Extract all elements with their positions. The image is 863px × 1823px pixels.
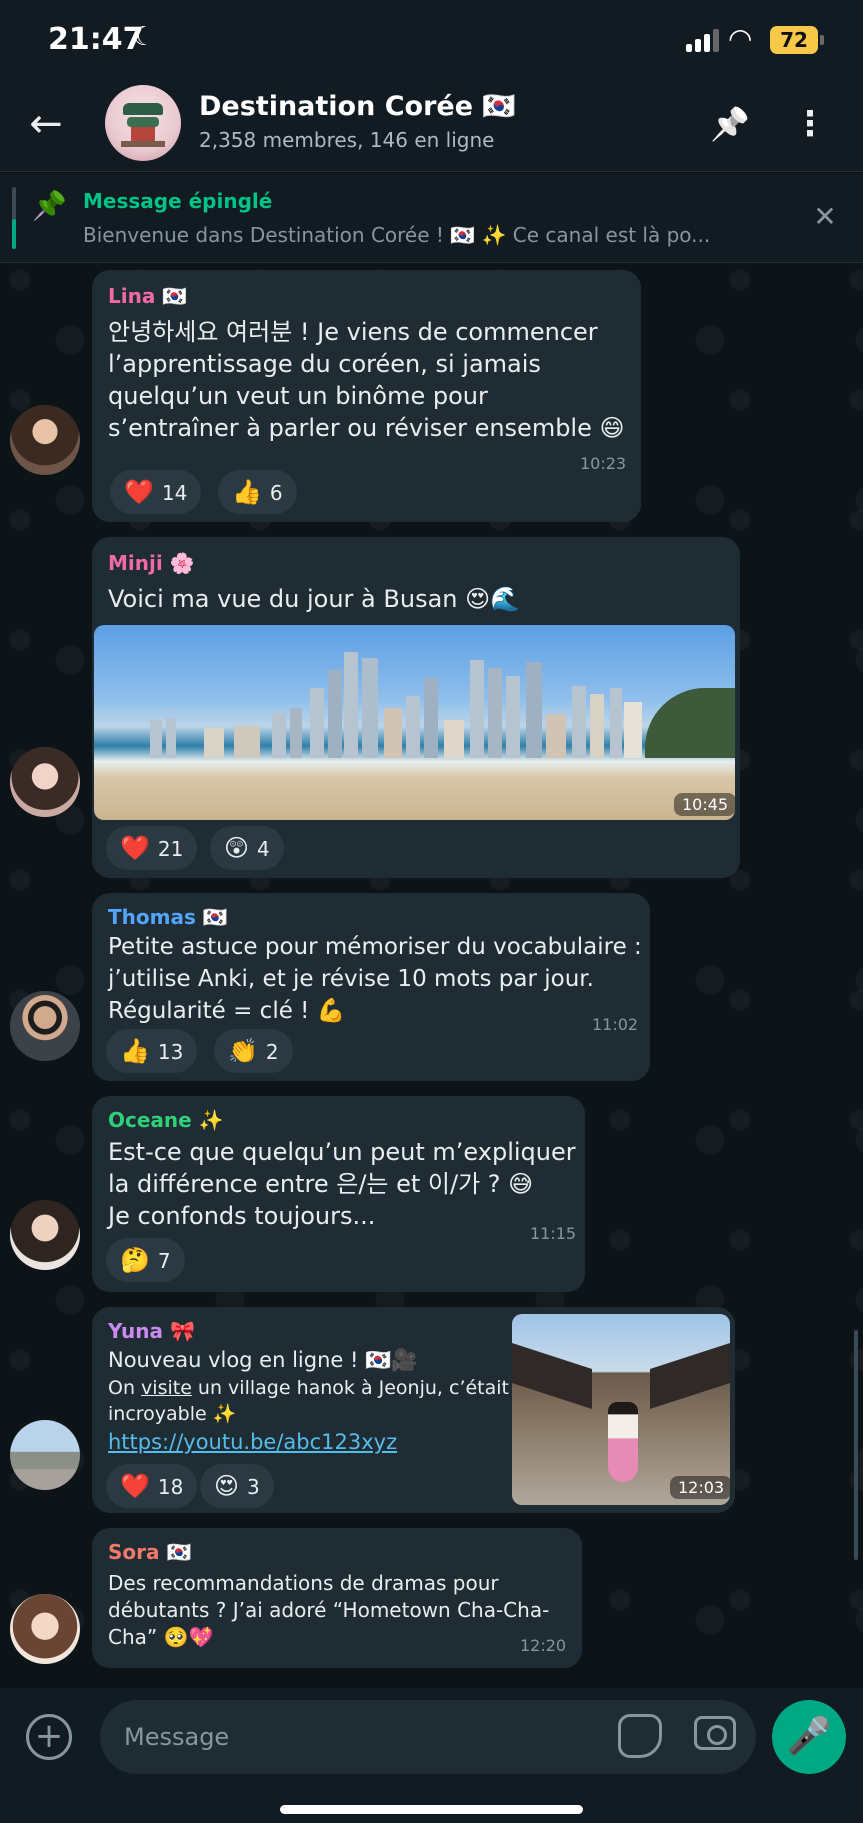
- avatar-thomas[interactable]: [10, 991, 80, 1061]
- reaction-heart[interactable]: ❤️ 18: [106, 1464, 198, 1508]
- group-avatar[interactable]: [105, 85, 181, 161]
- sticker-icon[interactable]: [618, 1714, 662, 1758]
- wifi-icon: ◠: [728, 22, 753, 55]
- message-time: 12:20: [520, 1636, 567, 1655]
- video-link[interactable]: https://youtu.be/abc123xyz: [108, 1429, 508, 1456]
- avatar-sora[interactable]: [10, 1594, 80, 1664]
- avatar-oceane[interactable]: [10, 1200, 80, 1270]
- moon-icon: ☾: [132, 22, 156, 52]
- message-text-line2: On visite un village hanok à Jeonju, c’é…: [108, 1377, 509, 1399]
- sender-name[interactable]: Yuna 🎀: [108, 1319, 195, 1343]
- reaction-astonished[interactable]: 😲 4: [210, 826, 284, 870]
- pinned-indicator: [12, 187, 16, 249]
- message-time: 11:15: [530, 1224, 577, 1243]
- add-attachment-icon[interactable]: +: [26, 1714, 72, 1760]
- chat-header: ← Destination Corée 🇰🇷 2,358 membres, 14…: [0, 80, 863, 172]
- reaction-heart-eyes[interactable]: 😍 3: [200, 1464, 274, 1508]
- reaction-clapping[interactable]: 👏 2: [214, 1029, 293, 1073]
- reaction-thumbs-up[interactable]: 👍 6: [218, 470, 297, 514]
- pinned-message-banner[interactable]: 📌 Message épinglé Bienvenue dans Destina…: [0, 173, 863, 263]
- scrollbar[interactable]: [854, 1330, 858, 1560]
- home-indicator: [280, 1805, 583, 1814]
- status-time: 21:47: [48, 22, 144, 57]
- battery-icon: 72: [770, 26, 824, 54]
- hanok-village-thumbnail[interactable]: 12:03: [512, 1314, 730, 1505]
- sender-name[interactable]: Thomas 🇰🇷: [108, 905, 228, 929]
- photo-time: 10:45: [674, 793, 735, 816]
- pinned-text: Bienvenue dans Destination Corée ! 🇰🇷 ✨ …: [83, 223, 711, 247]
- group-title[interactable]: Destination Corée 🇰🇷: [199, 90, 516, 122]
- group-member-count: 2,358 membres, 146 en ligne: [199, 128, 495, 152]
- message-text: Est-ce que quelqu’un peut m’expliquer la…: [108, 1138, 576, 1230]
- microphone-icon[interactable]: 🎤: [772, 1700, 846, 1774]
- reaction-heart[interactable]: ❤️ 14: [110, 470, 202, 514]
- avatar-minji[interactable]: [10, 747, 80, 817]
- message-text-line3: incroyable ✨: [108, 1403, 237, 1425]
- more-options-icon[interactable]: ⋮: [790, 100, 830, 148]
- avatar-yuna[interactable]: [10, 1420, 80, 1490]
- close-icon[interactable]: ✕: [808, 197, 842, 237]
- message-text: Des recommandations de dramas pour début…: [108, 1571, 550, 1649]
- reaction-heart[interactable]: ❤️ 21: [106, 826, 198, 870]
- avatar-lina[interactable]: [10, 405, 80, 475]
- sender-name[interactable]: Lina 🇰🇷: [108, 284, 187, 308]
- message-bubble-lina[interactable]: Lina 🇰🇷 안녕하세요 여러분 ! Je viens de commence…: [92, 270, 641, 522]
- sender-name[interactable]: Minji 🌸: [108, 551, 195, 575]
- reaction-thumbs-up[interactable]: 👍 13: [106, 1029, 198, 1073]
- sender-name[interactable]: Oceane ✨: [108, 1108, 224, 1132]
- status-bar: 21:47 ☾ ◠ 72: [0, 0, 863, 80]
- signal-icon: [686, 28, 720, 52]
- photo-time: 12:03: [670, 1476, 730, 1499]
- reaction-thinking[interactable]: 🤔 7: [106, 1238, 185, 1282]
- pushpin-icon: 📌: [32, 189, 67, 222]
- message-time: 11:02: [592, 1015, 639, 1034]
- message-text: Petite astuce pour mémoriser du vocabula…: [108, 934, 642, 1024]
- camera-icon[interactable]: [694, 1716, 736, 1750]
- message-text: Voici ma vue du jour à Busan 😍🌊: [108, 585, 521, 613]
- message-input-bar: + 🎤: [0, 1688, 863, 1823]
- busan-beach-photo[interactable]: 10:45: [94, 625, 735, 820]
- message-text: Nouveau vlog en ligne ! 🇰🇷🎥: [108, 1348, 418, 1372]
- back-arrow-icon[interactable]: ←: [22, 100, 70, 148]
- message-bubble-sora[interactable]: Sora 🇰🇷 Des recommandations de dramas po…: [92, 1528, 582, 1668]
- message-bubble-oceane[interactable]: Oceane ✨ Est-ce que quelqu’un peut m’exp…: [92, 1096, 585, 1292]
- message-bubble-thomas[interactable]: Thomas 🇰🇷 Petite astuce pour mémoriser d…: [92, 893, 650, 1081]
- pinned-title: Message épinglé: [83, 189, 273, 213]
- sender-name[interactable]: Sora 🇰🇷: [108, 1540, 191, 1564]
- message-text: 안녕하세요 여러분 ! Je viens de commencer l’appr…: [108, 318, 625, 442]
- message-time: 10:23: [580, 454, 627, 473]
- pin-icon[interactable]: 📌: [706, 100, 754, 148]
